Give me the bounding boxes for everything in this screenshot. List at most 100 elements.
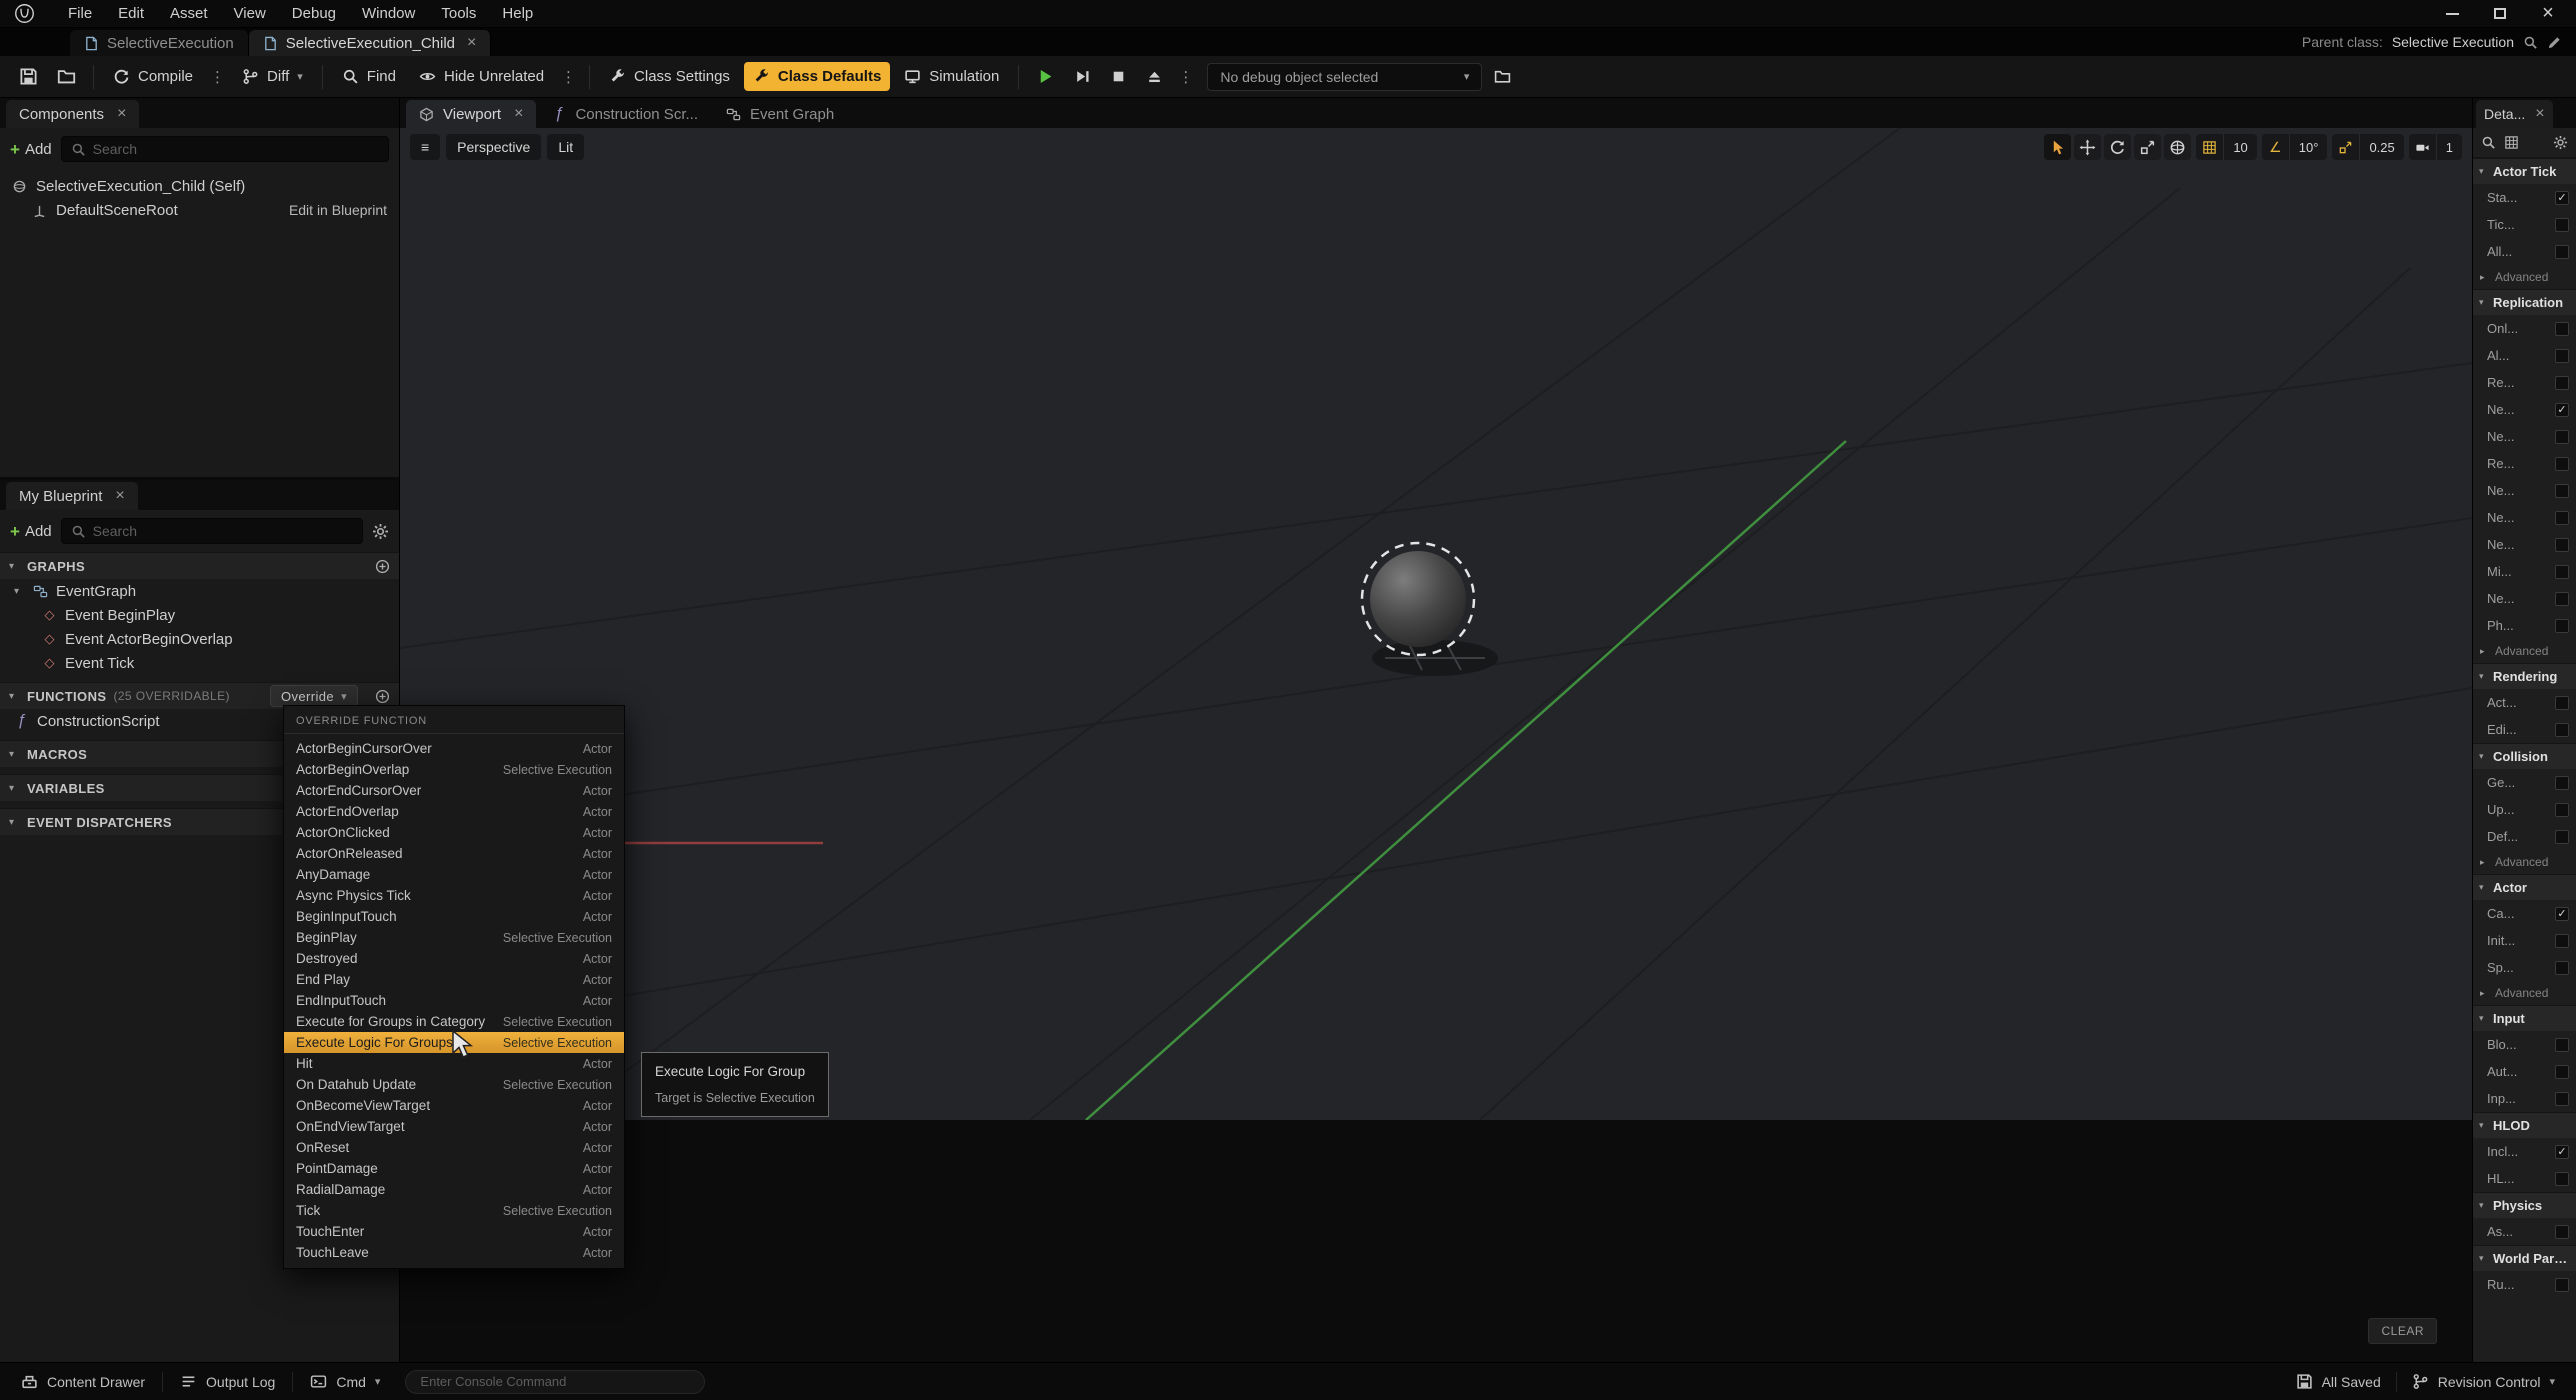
debug-browse-icon[interactable] <box>1487 63 1518 90</box>
details-checkbox[interactable] <box>2555 830 2569 844</box>
hide-unrelated-button[interactable]: Hide Unrelated <box>410 62 553 91</box>
compile-button[interactable]: Compile <box>104 62 202 91</box>
override-menu-item[interactable]: RadialDamage Actor <box>284 1179 624 1200</box>
clear-button[interactable]: CLEAR <box>2368 1318 2437 1344</box>
override-menu-item[interactable]: ActorOnReleased Actor <box>284 843 624 864</box>
grid-snap-control[interactable]: 10 <box>2196 134 2256 160</box>
details-checkbox[interactable] <box>2555 376 2569 390</box>
content-drawer-button[interactable]: Content Drawer <box>12 1373 154 1390</box>
tab-construction-script[interactable]: ƒ Construction Scr... <box>538 100 711 128</box>
search-icon[interactable] <box>2523 35 2538 50</box>
details-entry[interactable]: ▾ ▸ As... <box>2473 1218 2576 1245</box>
details-checkbox[interactable] <box>2555 403 2569 417</box>
details-checkbox[interactable] <box>2555 457 2569 471</box>
menu-item[interactable]: Debug <box>279 0 349 28</box>
details-entry[interactable]: ▾ ▸ Re... <box>2473 450 2576 477</box>
menu-item[interactable]: View <box>221 0 279 28</box>
gear-icon[interactable] <box>2553 135 2568 150</box>
add-component-button[interactable]: + Add <box>10 141 52 158</box>
details-checkbox[interactable] <box>2555 322 2569 336</box>
menu-item[interactable]: Help <box>489 0 546 28</box>
override-menu-item[interactable]: Tick Selective Execution <box>284 1200 624 1221</box>
details-entry[interactable]: ▾ ▸ World Parti... <box>2473 1245 2576 1271</box>
details-checkbox[interactable] <box>2555 696 2569 710</box>
details-entry[interactable]: ▾ ▸ Init... <box>2473 927 2576 954</box>
graph-event-row[interactable]: ◇ Event Tick <box>0 651 399 675</box>
details-entry[interactable]: ▾ ▸ Advanced <box>2473 639 2576 663</box>
details-entry[interactable]: ▾ ▸ Ph... <box>2473 612 2576 639</box>
details-entry[interactable]: ▾ ▸ Ca... <box>2473 900 2576 927</box>
my-blueprint-search-input[interactable] <box>93 523 353 539</box>
select-tool-button[interactable] <box>2044 134 2071 160</box>
viewport-3d[interactable]: ≡ Perspective Lit 10 ∠ 10° <box>400 128 2472 1120</box>
details-checkbox[interactable] <box>2555 803 2569 817</box>
details-entry[interactable]: ▾ ▸ Onl... <box>2473 315 2576 342</box>
override-menu-item[interactable]: Execute Logic For Groups Selective Execu… <box>284 1032 624 1053</box>
override-menu-item[interactable]: ActorEndCursorOver Actor <box>284 780 624 801</box>
override-menu-item[interactable]: TouchEnter Actor <box>284 1221 624 1242</box>
console-command-input[interactable] <box>405 1370 705 1394</box>
tab-close-icon[interactable]: × <box>117 106 126 122</box>
details-entry[interactable]: ▾ ▸ Act... <box>2473 689 2576 716</box>
output-log-button[interactable]: Output Log <box>171 1373 284 1390</box>
details-entry[interactable]: ▾ ▸ Ne... <box>2473 477 2576 504</box>
revision-control-button[interactable]: Revision Control ▾ <box>2403 1373 2564 1390</box>
frame-skip-button[interactable] <box>1067 63 1098 90</box>
details-entry[interactable]: ▾ ▸ All... <box>2473 238 2576 265</box>
details-checkbox[interactable] <box>2555 723 2569 737</box>
override-menu-item[interactable]: AnyDamage Actor <box>284 864 624 885</box>
details-entry[interactable]: ▾ ▸ Al... <box>2473 342 2576 369</box>
details-checkbox[interactable] <box>2555 776 2569 790</box>
details-entry[interactable]: ▾ ▸ HLOD <box>2473 1112 2576 1138</box>
add-graph-icon[interactable] <box>375 559 390 574</box>
override-menu-item[interactable]: BeginInputTouch Actor <box>284 906 624 927</box>
browse-content-button[interactable] <box>50 62 83 91</box>
play-options-icon[interactable]: ⋮ <box>1175 68 1196 86</box>
menu-item[interactable]: File <box>55 0 105 28</box>
override-menu-item[interactable]: ActorBeginCursorOver Actor <box>284 738 624 759</box>
details-entry[interactable]: ▾ ▸ Inp... <box>2473 1085 2576 1112</box>
save-button[interactable] <box>12 62 45 91</box>
stop-button[interactable] <box>1103 63 1134 90</box>
details-checkbox[interactable] <box>2555 484 2569 498</box>
details-entry[interactable]: ▾ ▸ Incl... <box>2473 1138 2576 1165</box>
details-entry[interactable]: ▾ ▸ Rendering <box>2473 663 2576 689</box>
details-entry[interactable]: ▾ ▸ Re... <box>2473 369 2576 396</box>
component-self-row[interactable]: SelectiveExecution_Child (Self) <box>0 174 399 198</box>
tab-viewport[interactable]: Viewport × <box>406 100 536 128</box>
all-saved-button[interactable]: All Saved <box>2287 1373 2390 1390</box>
details-entry[interactable]: ▾ ▸ Advanced <box>2473 265 2576 289</box>
details-entry[interactable]: ▾ ▸ Advanced <box>2473 981 2576 1005</box>
camera-speed-control[interactable]: 1 <box>2409 134 2462 160</box>
override-menu-item[interactable]: OnBecomeViewTarget Actor <box>284 1095 624 1116</box>
blueprint-settings-gear-icon[interactable] <box>372 523 389 540</box>
details-entry[interactable]: ▾ ▸ Sta... <box>2473 184 2576 211</box>
my-blueprint-tab[interactable]: My Blueprint × <box>6 482 138 510</box>
details-entry[interactable]: ▾ ▸ Sp... <box>2473 954 2576 981</box>
class-defaults-button[interactable]: Class Defaults <box>744 62 890 91</box>
eject-button[interactable] <box>1139 63 1170 90</box>
compile-options-icon[interactable]: ⋮ <box>207 68 228 86</box>
details-checkbox[interactable] <box>2555 565 2569 579</box>
diff-button[interactable]: Diff ▾ <box>233 62 312 91</box>
grid-view-icon[interactable] <box>2504 135 2519 150</box>
details-checkbox[interactable] <box>2555 1172 2569 1186</box>
details-entry[interactable]: ▾ ▸ Replication <box>2473 289 2576 315</box>
play-button[interactable] <box>1029 62 1062 91</box>
details-checkbox[interactable] <box>2555 934 2569 948</box>
lit-button[interactable]: Lit <box>547 134 584 160</box>
details-checkbox[interactable] <box>2555 1225 2569 1239</box>
details-checkbox[interactable] <box>2555 961 2569 975</box>
details-entry[interactable]: ▾ ▸ Blo... <box>2473 1031 2576 1058</box>
search-icon[interactable] <box>2481 135 2496 150</box>
event-graph-row[interactable]: ▾ EventGraph <box>0 579 399 603</box>
details-entry[interactable]: ▾ ▸ Advanced <box>2473 850 2576 874</box>
asset-tab[interactable]: SelectiveExecution_Child × <box>249 30 492 56</box>
expand-caret-icon[interactable]: ▾ <box>14 586 25 597</box>
menu-item[interactable]: Asset <box>157 0 221 28</box>
details-entry[interactable]: ▾ ▸ Edi... <box>2473 716 2576 743</box>
tab-close-icon[interactable]: × <box>2535 106 2544 122</box>
details-entry[interactable]: ▾ ▸ Ne... <box>2473 396 2576 423</box>
rotation-snap-control[interactable]: ∠ 10° <box>2262 134 2328 160</box>
edit-in-blueprint-link[interactable]: Edit in Blueprint <box>289 202 387 218</box>
